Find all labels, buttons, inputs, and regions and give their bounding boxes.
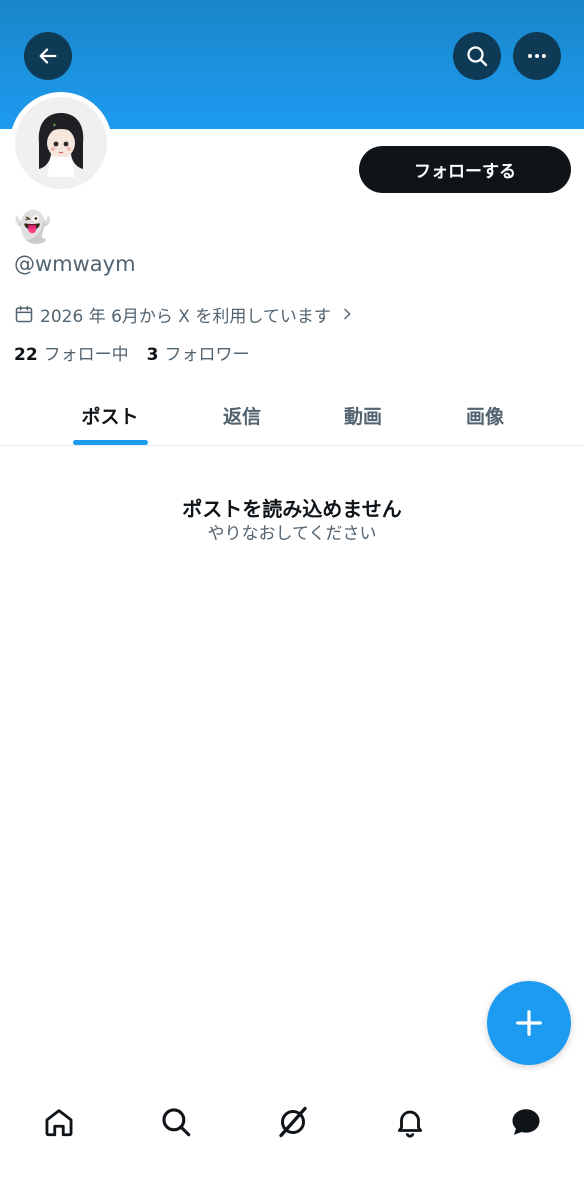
followers-link[interactable]: 3 フォロワー xyxy=(147,342,268,368)
nav-messages[interactable] xyxy=(496,1092,556,1152)
back-button[interactable] xyxy=(24,32,72,80)
bottom-nav xyxy=(0,1070,584,1200)
nav-explore[interactable] xyxy=(146,1092,206,1152)
compose-post-button[interactable] xyxy=(487,981,571,1065)
nav-grok[interactable] xyxy=(263,1092,323,1152)
nav-notifications[interactable] xyxy=(380,1092,440,1152)
more-horizontal-icon xyxy=(528,54,546,58)
profile-page: フォローする 👻 @wmwaym 2026 年 6月から X を利用しています … xyxy=(0,0,584,1200)
tab-images[interactable]: 画像 xyxy=(424,386,546,444)
follow-button[interactable]: フォローする xyxy=(359,146,571,193)
calendar-icon xyxy=(14,304,34,324)
following-count: 22 xyxy=(14,345,38,365)
nav-home[interactable] xyxy=(29,1092,89,1152)
grok-icon xyxy=(279,1106,307,1138)
empty-state-subtitle: やりなおしてください xyxy=(207,524,377,544)
joined-date[interactable]: 2026 年 6月から X を利用しています xyxy=(14,300,355,328)
home-icon xyxy=(45,1109,73,1137)
followers-label: フォロワー xyxy=(164,345,250,365)
more-button[interactable] xyxy=(513,32,561,80)
joined-text: 2026 年 6月から X を利用しています xyxy=(40,306,331,327)
search-button[interactable] xyxy=(453,32,501,80)
tab-posts[interactable]: ポスト xyxy=(49,386,171,444)
profile-tabs: ポスト 返信 動画 画像 xyxy=(0,386,584,446)
following-label: フォロー中 xyxy=(43,345,129,365)
avatar[interactable] xyxy=(10,92,112,194)
chevron-right-icon xyxy=(339,306,355,322)
display-name: 👻 xyxy=(14,210,52,245)
arrow-left-icon xyxy=(39,48,57,64)
messages-icon xyxy=(512,1109,540,1135)
search-icon xyxy=(467,46,488,67)
plus-icon xyxy=(516,1010,542,1036)
followers-count: 3 xyxy=(146,345,159,365)
tab-videos[interactable]: 動画 xyxy=(302,386,424,444)
bell-icon xyxy=(397,1110,423,1138)
tab-replies[interactable]: 返信 xyxy=(181,386,303,444)
avatar-image xyxy=(15,97,107,189)
active-tab-indicator xyxy=(73,440,148,445)
following-link[interactable]: 22 フォロー中 xyxy=(14,342,147,368)
empty-state-title: ポストを読み込めません xyxy=(182,497,402,521)
user-handle: @wmwaym xyxy=(14,252,136,276)
follow-stats: 22 フォロー中 3 フォロワー xyxy=(14,342,268,368)
girl-avatar-illustration xyxy=(15,97,107,189)
search-icon xyxy=(162,1108,191,1137)
